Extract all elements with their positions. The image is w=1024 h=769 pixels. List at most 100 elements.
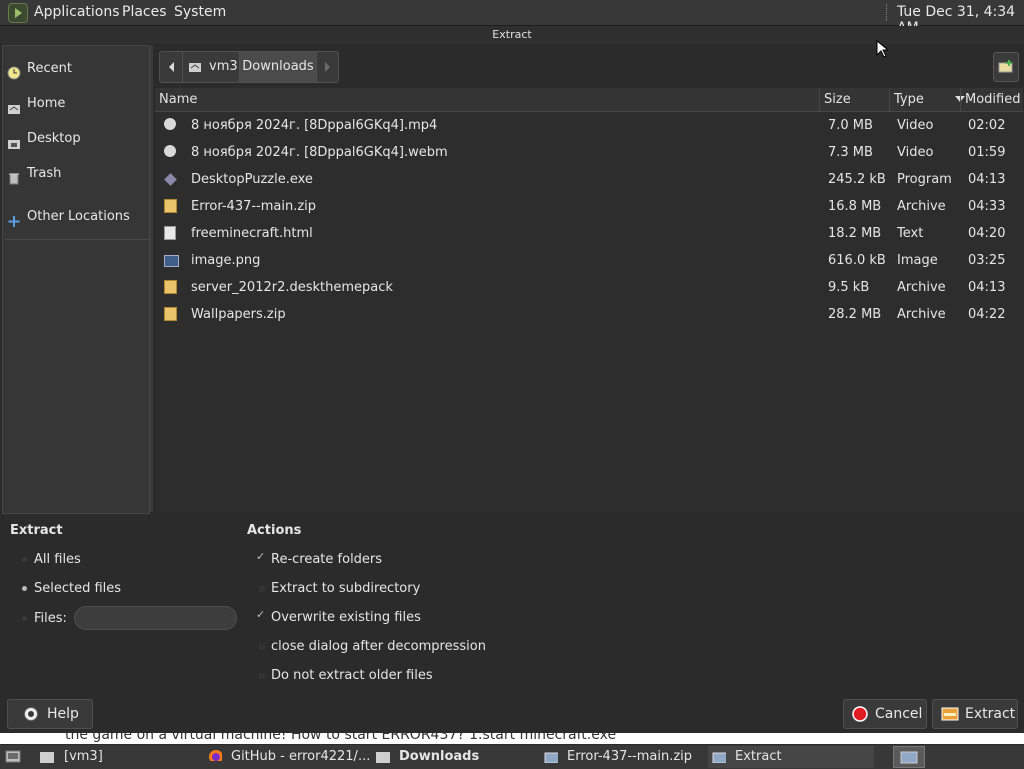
table-row[interactable]: 8 ноября 2024г. [8Dppal6GKq4].mp4 7.0 MB… xyxy=(155,112,1023,139)
overwrite-existing-label[interactable]: Overwrite existing files xyxy=(271,610,421,625)
file-modified: 04:33 xyxy=(968,199,1006,214)
taskbar-item-github[interactable]: GitHub - error4221/... xyxy=(204,746,371,768)
home-folder-icon xyxy=(189,63,201,72)
all-files-label[interactable]: All files xyxy=(34,552,81,567)
background-page-text: the game on a virtual machine! How to st… xyxy=(65,733,617,743)
table-row[interactable]: 8 ноября 2024г. [8Dppal6GKq4].webm 7.3 M… xyxy=(155,139,1023,166)
folder-icon xyxy=(376,752,390,763)
column-header-size[interactable]: Size xyxy=(819,88,888,111)
table-row[interactable]: freeminecraft.html 18.2 MB Text 04:20 xyxy=(155,220,1023,247)
system-logo-icon[interactable] xyxy=(8,3,28,23)
desktop-folder-icon xyxy=(7,132,21,149)
sidebar-item-label: Home xyxy=(27,96,66,111)
taskbar-item-label: Error-437--main.zip xyxy=(567,749,693,764)
new-folder-icon xyxy=(998,60,1013,73)
file-size: 616.0 kB xyxy=(828,253,886,268)
file-size: 28.2 MB xyxy=(828,307,882,322)
archive-file-icon xyxy=(164,199,177,213)
taskbar: [vm3] GitHub - error4221/... Downloads E… xyxy=(0,744,1024,769)
table-row[interactable]: DesktopPuzzle.exe 245.2 kB Program 04:13 xyxy=(155,166,1023,193)
extract-button-label: Extract xyxy=(965,706,1016,722)
sidebar-item-label: Recent xyxy=(27,61,72,76)
html-file-icon xyxy=(164,226,176,240)
trash-icon xyxy=(7,167,21,185)
column-header-name[interactable]: Name xyxy=(155,88,819,111)
home-folder-icon xyxy=(7,97,21,114)
recreate-folders-checkbox[interactable] xyxy=(256,550,268,566)
window-titlebar[interactable]: Extract xyxy=(0,26,1024,44)
taskbar-item-vm3[interactable]: [vm3] xyxy=(36,746,196,768)
extract-archive-icon xyxy=(941,707,959,721)
close-dialog-checkbox[interactable] xyxy=(256,641,268,653)
column-header-type[interactable]: Type xyxy=(889,88,958,111)
extract-to-subdirectory-label[interactable]: Extract to subdirectory xyxy=(271,581,420,596)
files-pattern-radio[interactable] xyxy=(18,612,32,626)
menu-system[interactable]: System xyxy=(174,4,226,20)
help-button[interactable]: Help xyxy=(7,699,93,729)
file-size: 16.8 MB xyxy=(828,199,882,214)
plus-icon xyxy=(7,210,21,227)
sidebar-item-trash[interactable]: Trash xyxy=(3,159,149,189)
close-dialog-label[interactable]: close dialog after decompression xyxy=(271,639,486,654)
menu-places[interactable]: Places xyxy=(122,4,167,20)
table-row[interactable]: image.png 616.0 kB Image 03:25 xyxy=(155,247,1023,274)
extract-options-heading: Extract xyxy=(10,523,63,538)
video-file-icon xyxy=(164,145,176,157)
sidebar-item-label: Desktop xyxy=(27,131,81,146)
sidebar-item-recent[interactable]: Recent xyxy=(3,54,149,84)
extract-button[interactable]: Extract xyxy=(932,699,1018,729)
taskbar-item-downloads[interactable]: Downloads xyxy=(372,746,537,768)
file-type: Image xyxy=(897,253,938,268)
table-row[interactable]: server_2012r2.deskthemepack 9.5 kB Archi… xyxy=(155,274,1023,301)
path-forward-arrow-icon[interactable] xyxy=(317,52,337,82)
cancel-button-label: Cancel xyxy=(875,706,923,722)
video-file-icon xyxy=(164,118,176,130)
cancel-button[interactable]: Cancel xyxy=(843,699,927,729)
file-modified: 04:13 xyxy=(968,172,1006,187)
new-folder-button[interactable] xyxy=(993,52,1019,82)
table-row[interactable]: Wallpapers.zip 28.2 MB Archive 04:22 xyxy=(155,301,1023,328)
taskbar-item-error-zip[interactable]: Error-437--main.zip xyxy=(540,746,705,768)
taskbar-item-label: GitHub - error4221/... xyxy=(231,749,371,764)
show-desktop-button[interactable] xyxy=(2,746,24,768)
do-not-extract-older-label[interactable]: Do not extract older files xyxy=(271,668,433,683)
file-type: Archive xyxy=(897,307,946,322)
taskbar-item-label: [vm3] xyxy=(64,749,103,764)
file-name: image.png xyxy=(191,253,261,268)
path-back-arrow-icon[interactable] xyxy=(160,52,183,82)
file-type: Text xyxy=(897,226,924,241)
file-size: 7.3 MB xyxy=(828,145,873,160)
extract-to-subdirectory-checkbox[interactable] xyxy=(256,583,268,595)
workspace-switcher[interactable] xyxy=(893,746,925,768)
archive-file-icon xyxy=(164,307,177,321)
sidebar-item-desktop[interactable]: Desktop xyxy=(3,124,149,154)
help-lifebuoy-icon xyxy=(24,707,38,721)
path-segment-vm3[interactable]: vm3 xyxy=(183,52,240,82)
help-button-label: Help xyxy=(47,706,79,722)
files-pattern-label[interactable]: Files: xyxy=(34,611,67,626)
menu-applications[interactable]: Applications xyxy=(34,4,120,20)
archive-manager-icon xyxy=(544,752,558,763)
workspace-preview-icon xyxy=(900,751,918,764)
all-files-radio[interactable] xyxy=(18,553,32,567)
path-segment-downloads[interactable]: Downloads xyxy=(240,52,317,82)
selected-files-radio[interactable] xyxy=(18,582,32,596)
file-name: DesktopPuzzle.exe xyxy=(191,172,313,187)
actions-heading: Actions xyxy=(247,523,302,538)
table-row[interactable]: Error-437--main.zip 16.8 MB Archive 04:3… xyxy=(155,193,1023,220)
taskbar-item-extract[interactable]: Extract xyxy=(708,746,874,768)
file-type: Video xyxy=(897,118,934,133)
file-modified: 04:22 xyxy=(968,307,1006,322)
sidebar-item-home[interactable]: Home xyxy=(3,89,149,119)
pane-resize-handle[interactable] xyxy=(150,45,153,512)
file-name: 8 ноября 2024г. [8Dppal6GKq4].mp4 xyxy=(191,118,438,133)
selected-files-label[interactable]: Selected files xyxy=(34,581,121,596)
recreate-folders-label[interactable]: Re-create folders xyxy=(271,552,382,567)
files-pattern-input[interactable] xyxy=(74,606,237,630)
do-not-extract-older-checkbox[interactable] xyxy=(256,670,268,682)
overwrite-existing-checkbox[interactable] xyxy=(256,608,268,624)
file-modified: 01:59 xyxy=(968,145,1006,160)
column-header-modified[interactable]: Modified xyxy=(960,88,1024,111)
sidebar-item-other-locations[interactable]: Other Locations xyxy=(3,202,149,232)
cancel-stop-icon xyxy=(852,706,868,722)
